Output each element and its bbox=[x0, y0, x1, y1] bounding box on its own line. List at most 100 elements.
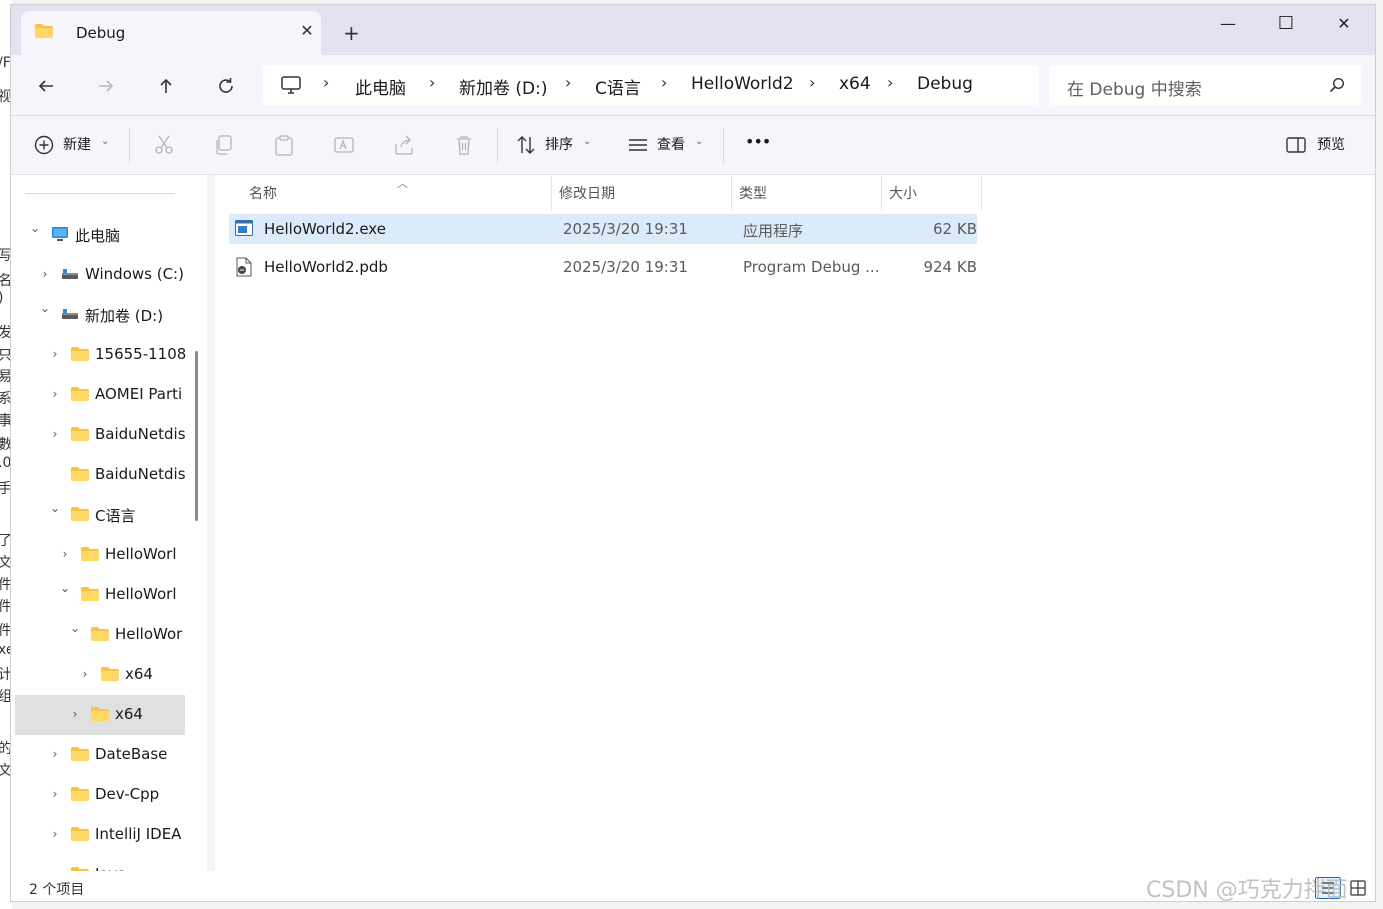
view-button[interactable]: 查看 bbox=[657, 134, 685, 154]
chevron-right-icon[interactable]: › bbox=[49, 827, 61, 841]
chevron-right-icon[interactable]: › bbox=[49, 787, 61, 801]
nav-tree-item[interactable]: ⌄ 新加卷 (D:) bbox=[15, 295, 185, 335]
chevron-right-icon[interactable]: › bbox=[79, 667, 91, 681]
nav-tree-item[interactable]: ⌄ 此电脑 bbox=[15, 215, 185, 255]
navigation-bar: › 此电脑 › 新加卷 (D:) › C语言 › HelloWorld2 › x… bbox=[11, 55, 1375, 116]
chevron-right-icon[interactable]: › bbox=[49, 427, 61, 441]
up-button[interactable] bbox=[151, 71, 181, 101]
chevron-down-icon: ⌄ bbox=[583, 136, 592, 147]
chevron-down-icon[interactable]: ⌄ bbox=[69, 621, 81, 635]
column-header-type[interactable]: 类型 bbox=[739, 183, 767, 203]
nav-tree-item[interactable]: ⌄ C语言 bbox=[15, 495, 185, 535]
file-name: HelloWorld2.exe bbox=[264, 220, 386, 238]
close-tab-icon[interactable]: ✕ bbox=[297, 21, 317, 40]
tiles-view-icon[interactable] bbox=[1345, 877, 1371, 899]
minimize-button[interactable]: — bbox=[1199, 5, 1257, 45]
arrow-right-icon bbox=[99, 80, 114, 92]
folder-icon bbox=[35, 24, 53, 38]
divider bbox=[129, 128, 130, 164]
nav-tree-item[interactable]: › x64 bbox=[15, 695, 185, 735]
chevron-down-icon[interactable]: ⌄ bbox=[29, 221, 41, 235]
preview-button[interactable]: 预览 bbox=[1317, 134, 1345, 154]
file-row[interactable]: HelloWorld2.pdb 2025/3/20 19:31 Program … bbox=[229, 252, 977, 282]
column-divider[interactable] bbox=[981, 175, 982, 211]
nav-tree-item[interactable]: › Windows (C:) bbox=[15, 255, 185, 295]
new-tab-button[interactable]: + bbox=[343, 23, 360, 43]
nav-tree-item[interactable]: BaiduNetdis bbox=[15, 455, 186, 495]
chevron-right-icon[interactable]: › bbox=[49, 387, 61, 401]
address-bar[interactable]: › 此电脑 › 新加卷 (D:) › C语言 › HelloWorld2 › x… bbox=[263, 65, 1039, 105]
close-window-button[interactable]: ✕ bbox=[1315, 5, 1373, 45]
search-icon[interactable] bbox=[1329, 77, 1345, 93]
forward-button[interactable] bbox=[91, 71, 121, 101]
navigation-scrollbar[interactable] bbox=[195, 351, 198, 521]
chevron-right-icon[interactable]: › bbox=[59, 547, 71, 561]
chevron-down-icon[interactable]: ⌄ bbox=[49, 501, 61, 515]
column-divider[interactable] bbox=[881, 175, 882, 211]
folder-icon bbox=[71, 467, 89, 481]
nav-tree-item[interactable]: › x64 bbox=[15, 655, 185, 695]
window-tab[interactable]: Debug ✕ bbox=[21, 11, 321, 55]
nav-tree-item[interactable]: › BaiduNetdis bbox=[15, 415, 186, 455]
delete-icon[interactable] bbox=[453, 134, 475, 156]
refresh-button[interactable] bbox=[211, 71, 241, 101]
column-header-modified[interactable]: 修改日期 bbox=[559, 183, 615, 203]
breadcrumb-x64[interactable]: x64 bbox=[839, 74, 871, 94]
folder-icon bbox=[71, 427, 89, 441]
column-header-name[interactable]: 名称 bbox=[249, 183, 277, 203]
chevron-right-icon[interactable]: › bbox=[49, 747, 61, 761]
divider bbox=[25, 193, 175, 194]
breadcrumb-this-pc[interactable]: 此电脑 bbox=[355, 74, 406, 99]
column-header-size[interactable]: 大小 bbox=[889, 183, 917, 203]
nav-tree-item[interactable]: › DateBase bbox=[15, 735, 185, 775]
nav-tree-label: x64 bbox=[125, 665, 153, 683]
breadcrumb-debug[interactable]: Debug bbox=[917, 74, 973, 94]
chevron-right-icon[interactable]: › bbox=[69, 707, 81, 721]
nav-tree-label: HelloWorl bbox=[105, 585, 177, 603]
nav-tree-item[interactable]: ⌄ HelloWorl bbox=[15, 575, 185, 615]
chevron-down-icon[interactable]: ⌄ bbox=[39, 301, 51, 315]
more-options-button[interactable]: ••• bbox=[745, 132, 771, 151]
nav-tree-item[interactable]: ⌄ HelloWor bbox=[15, 615, 185, 655]
nav-tree-item[interactable]: › Dev-Cpp bbox=[15, 775, 185, 815]
chevron-right-icon[interactable]: › bbox=[39, 267, 51, 281]
folder-icon bbox=[71, 787, 89, 801]
refresh-icon bbox=[219, 78, 233, 93]
pc-icon bbox=[52, 227, 68, 241]
breadcrumb-drive-d[interactable]: 新加卷 (D:) bbox=[459, 74, 548, 99]
folder-icon bbox=[81, 547, 99, 561]
maximize-button[interactable]: ☐ bbox=[1257, 5, 1315, 45]
chevron-right-icon: › bbox=[323, 73, 330, 92]
chevron-right-icon: › bbox=[887, 73, 894, 92]
copy-icon[interactable] bbox=[213, 134, 235, 156]
column-divider[interactable] bbox=[731, 175, 732, 211]
cut-icon[interactable] bbox=[153, 134, 175, 156]
chevron-right-icon: › bbox=[565, 73, 572, 92]
search-box[interactable]: 在 Debug 中搜索 bbox=[1049, 65, 1361, 105]
search-input[interactable]: 在 Debug 中搜索 bbox=[1067, 75, 1202, 100]
rename-icon[interactable] bbox=[333, 134, 355, 156]
chevron-down-icon[interactable]: ⌄ bbox=[59, 581, 71, 595]
divider bbox=[723, 128, 724, 164]
exe-icon bbox=[235, 220, 253, 236]
column-divider[interactable] bbox=[551, 175, 552, 211]
nav-tree-item[interactable]: ›Java bbox=[15, 855, 185, 871]
breadcrumb-helloworld2[interactable]: HelloWorld2 bbox=[691, 74, 794, 94]
share-icon[interactable] bbox=[393, 134, 415, 156]
chevron-right-icon[interactable]: › bbox=[49, 347, 61, 361]
folder-icon bbox=[71, 347, 89, 361]
nav-tree-label: C语言 bbox=[95, 507, 136, 525]
breadcrumb-c-language[interactable]: C语言 bbox=[595, 74, 641, 99]
monitor-icon bbox=[281, 76, 301, 94]
nav-tree-item[interactable]: › IntelliJ IDEA bbox=[15, 815, 185, 855]
nav-tree-item[interactable]: › 15655-1108 bbox=[15, 335, 187, 375]
view-list-icon bbox=[629, 139, 647, 151]
nav-tree-item[interactable]: › HelloWorl bbox=[15, 535, 185, 575]
back-button[interactable] bbox=[31, 71, 61, 101]
nav-tree-item[interactable]: › AOMEI Parti bbox=[15, 375, 185, 415]
paste-icon[interactable] bbox=[273, 134, 295, 156]
sort-button[interactable]: 排序 bbox=[545, 134, 573, 154]
new-button[interactable]: 新建 bbox=[63, 134, 91, 154]
file-row[interactable]: HelloWorld2.exe 2025/3/20 19:31 应用程序 62 … bbox=[229, 214, 977, 244]
pane-splitter[interactable] bbox=[207, 175, 215, 871]
